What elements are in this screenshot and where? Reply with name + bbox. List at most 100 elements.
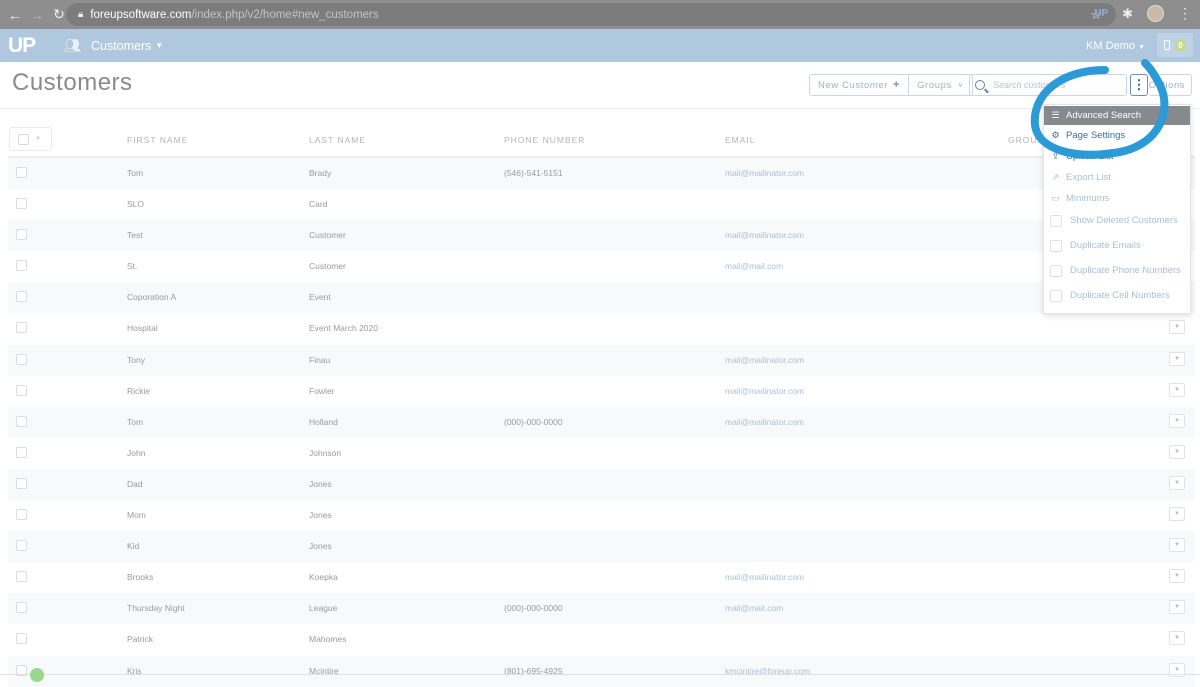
row-checkbox[interactable] xyxy=(16,167,27,178)
row-action-dropdown[interactable]: ▼ xyxy=(1169,413,1185,428)
menu-item-upload-list[interactable]: ⇪ Upload List xyxy=(1044,147,1190,166)
options-button[interactable]: Options xyxy=(1149,74,1192,96)
chevron-down-icon: ▼ xyxy=(1174,573,1180,580)
back-arrow-icon[interactable]: ← xyxy=(4,7,26,23)
table-row[interactable]: Rickie Fowler mail@mailinator.com ▼ xyxy=(8,376,1195,407)
notifications-button[interactable]: 0 xyxy=(1157,33,1193,57)
cell-email-link[interactable]: mail@mailinator.com xyxy=(725,386,804,396)
row-action-dropdown[interactable]: ▼ xyxy=(1169,382,1185,397)
table-row[interactable]: Coporation AEvent▼ xyxy=(8,282,1195,314)
search-input[interactable] xyxy=(993,80,1123,90)
row-checkbox[interactable] xyxy=(16,633,27,645)
table-row[interactable]: SLOCard▼ xyxy=(8,189,1195,220)
cell-phone: (000)-000-0000 xyxy=(504,603,563,614)
browser-menu-icon[interactable]: ⋮ xyxy=(1178,5,1192,22)
more-options-button[interactable]: ⋮ xyxy=(1130,74,1148,96)
upload-icon: ⇪ xyxy=(1051,151,1060,161)
row-checkbox[interactable] xyxy=(16,198,27,210)
menu-item-export-list[interactable]: ⇗ Export List xyxy=(1044,168,1190,187)
row-checkbox[interactable] xyxy=(16,260,27,272)
menu-item-minimums[interactable]: ▭ Minimums xyxy=(1044,189,1190,208)
cell-email-link[interactable]: mail@mailinator.com xyxy=(725,230,804,240)
cell-email-link[interactable]: mail@mailinator.com xyxy=(725,572,804,582)
row-checkbox[interactable] xyxy=(16,509,27,521)
new-customer-button[interactable]: New Customer + xyxy=(810,75,908,95)
extension-up-icon[interactable]: UP xyxy=(1094,8,1108,19)
table-row[interactable]: John Johnson ▼ xyxy=(8,438,1195,469)
checkbox[interactable] xyxy=(1050,239,1062,252)
menu-item-advanced-search[interactable]: ☰ Advanced Search xyxy=(1044,106,1190,125)
table-row[interactable]: Tom Brady (546)-541-5151 mail@mailinator.co… xyxy=(8,158,1195,190)
row-action-dropdown[interactable]: ▼ xyxy=(1169,444,1185,459)
column-header-email[interactable]: EMAIL xyxy=(725,135,756,145)
user-menu[interactable]: KM Demo ▼ xyxy=(1086,40,1145,52)
row-checkbox[interactable] xyxy=(16,602,27,614)
table-row[interactable]: Dad Jones ▼ xyxy=(8,468,1195,501)
cell-first-name: Rickie xyxy=(127,385,151,396)
row-action-dropdown[interactable]: ▼ xyxy=(1169,320,1185,335)
app-logo[interactable]: UP xyxy=(8,34,36,58)
column-header-first-name[interactable]: FIRST NAME xyxy=(127,135,188,145)
row-action-dropdown[interactable]: ▼ xyxy=(1169,475,1185,490)
row-checkbox[interactable] xyxy=(16,446,27,458)
cell-first-name: Brooks xyxy=(127,572,154,583)
row-checkbox[interactable] xyxy=(16,540,27,552)
chevron-down-icon: ∨ xyxy=(957,82,964,89)
row-checkbox[interactable] xyxy=(16,291,27,303)
cell-email-link[interactable]: mail@mailinator.com xyxy=(725,355,804,365)
row-checkbox[interactable] xyxy=(16,384,27,396)
column-header-last-name[interactable]: LAST NAME xyxy=(309,135,366,145)
browser-toolbar: ← → ↻ 🔒︎ foreupsoftware.com/index.php/v2… xyxy=(0,0,1200,29)
table-row[interactable]: Mom Jones ▼ xyxy=(8,500,1195,531)
row-checkbox[interactable] xyxy=(16,229,27,241)
menu-item-page-settings[interactable]: ⚙ Page Settings xyxy=(1044,126,1190,145)
menu-checkbox-duplicate-phone[interactable]: Duplicate Phone Numbers xyxy=(1044,261,1190,280)
row-checkbox[interactable] xyxy=(16,415,27,427)
cell-first-name: Tom xyxy=(127,416,144,427)
cell-email-link[interactable]: mail@mailinator.com xyxy=(725,417,804,427)
cell-last-name: Event March 2020 xyxy=(309,323,378,334)
row-checkbox[interactable] xyxy=(16,477,27,489)
table-row[interactable]: Brooks Koepka mail@mailinator.com ▼ xyxy=(8,562,1195,593)
row-action-dropdown[interactable]: ▼ xyxy=(1169,507,1185,522)
cell-email-link[interactable]: mail@mailinator.com xyxy=(725,168,804,178)
menu-checkbox-label: Show Deleted Customers xyxy=(1070,215,1178,226)
table-row[interactable]: Thursday Night League (000)-000-0000 mail@m… xyxy=(8,593,1195,625)
table-row[interactable]: Patrick Mahomes ▼ xyxy=(8,624,1195,655)
cell-email-link[interactable]: mail@mail.com xyxy=(725,261,783,271)
chevron-down-icon[interactable]: ▼ xyxy=(155,41,163,50)
cell-last-name: Customer xyxy=(309,230,346,241)
row-action-dropdown[interactable]: ▼ xyxy=(1169,569,1185,584)
menu-checkbox-duplicate-emails[interactable]: Duplicate Emails xyxy=(1044,236,1190,255)
checkbox[interactable] xyxy=(1050,214,1062,227)
row-checkbox[interactable] xyxy=(16,353,27,365)
table-row[interactable]: Kris Mcintire (801)-695-4925 kmcintire@fore… xyxy=(8,655,1195,687)
row-checkbox[interactable] xyxy=(16,571,27,583)
cell-email-link[interactable]: mail@mail.com xyxy=(725,603,783,613)
row-action-dropdown[interactable]: ▼ xyxy=(1169,351,1185,366)
table-row[interactable]: TestCustomermail@mailinator.com▼ xyxy=(8,220,1195,252)
row-action-dropdown[interactable]: ▼ xyxy=(1169,538,1185,553)
checkbox[interactable] xyxy=(1050,289,1062,302)
profile-avatar[interactable] xyxy=(1147,5,1164,22)
row-checkbox[interactable] xyxy=(16,322,27,334)
module-switcher[interactable]: Customers xyxy=(91,39,151,53)
cell-first-name: Test xyxy=(127,230,143,241)
table-row[interactable]: Tom Holland (000)-000-0000 mail@mailinator.… xyxy=(8,406,1195,438)
checkbox[interactable] xyxy=(1050,264,1062,277)
row-action-dropdown[interactable]: ▼ xyxy=(1169,600,1185,615)
column-header-phone[interactable]: PHONE NUMBER xyxy=(504,135,585,145)
row-action-dropdown[interactable]: ▼ xyxy=(1169,631,1185,646)
forward-arrow-icon[interactable]: → xyxy=(26,7,48,23)
table-row[interactable]: Tony Finau mail@mailinator.com ▼ xyxy=(8,344,1195,376)
table-row[interactable]: St.Customermail@mail.com▼ xyxy=(8,251,1195,282)
select-all-dropdown[interactable]: ▼ xyxy=(9,127,52,151)
groups-dropdown[interactable]: Groups ∨ xyxy=(908,75,972,95)
menu-checkbox-duplicate-cell[interactable]: Duplicate Cell Numbers xyxy=(1044,286,1190,305)
extensions-puzzle-icon[interactable]: ✱ xyxy=(1122,6,1133,22)
address-bar[interactable]: 🔒︎ foreupsoftware.com/index.php/v2/home#… xyxy=(66,3,1116,26)
select-all-checkbox[interactable] xyxy=(18,133,29,145)
table-row[interactable]: Hospital Event March 2020 ▼ xyxy=(8,313,1195,344)
menu-checkbox-show-deleted[interactable]: Show Deleted Customers xyxy=(1044,211,1190,230)
table-row[interactable]: Kid Jones ▼ xyxy=(8,531,1195,563)
